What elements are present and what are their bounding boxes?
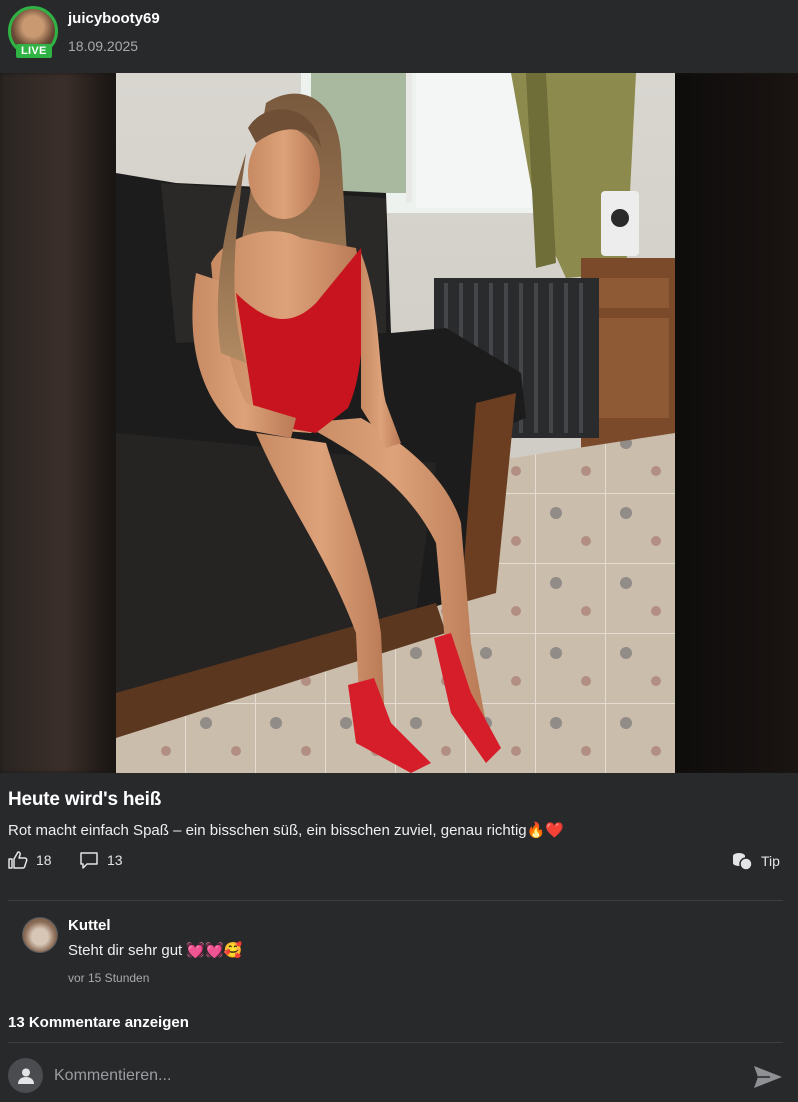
like-count: 18 (36, 852, 52, 868)
post-header: LIVE juicybooty69 18.09.2025 (0, 0, 798, 73)
author-name[interactable]: juicybooty69 (68, 10, 160, 27)
post-date: 18.09.2025 (68, 38, 139, 54)
speech-bubble-icon (80, 852, 98, 869)
commenter-name[interactable]: Kuttel (68, 917, 111, 934)
user-icon (17, 1068, 34, 1084)
comment-input[interactable] (54, 1062, 734, 1090)
thumbs-up-icon (8, 851, 28, 869)
tip-button[interactable]: Tip (731, 851, 780, 871)
coins-icon (733, 853, 753, 871)
comment-time: vor 15 Stunden (68, 971, 150, 985)
show-comments-link[interactable]: 13 Kommentare anzeigen (8, 1014, 189, 1031)
comment-item: Kuttel Steht dir sehr gut 💓💓🥰 vor 15 Stu… (22, 915, 762, 995)
author-avatar[interactable]: LIVE (8, 6, 58, 58)
photo-illustration (116, 73, 675, 773)
live-badge: LIVE (16, 44, 52, 58)
like-button[interactable]: 18 (8, 851, 52, 869)
post-actions: 18 13 Tip (0, 851, 798, 875)
comment-button[interactable]: 13 (79, 851, 123, 869)
tip-label: Tip (761, 853, 780, 869)
divider (8, 1042, 783, 1043)
post-caption: Rot macht einfach Spaß – ein bisschen sü… (8, 822, 564, 839)
comment-count: 13 (107, 852, 123, 868)
post-photo[interactable] (116, 73, 675, 773)
user-avatar (8, 1058, 43, 1093)
comment-input-row (0, 1056, 798, 1100)
comment-text: Steht dir sehr gut 💓💓🥰 (68, 942, 243, 959)
send-button[interactable] (752, 1064, 784, 1090)
post-title: Heute wird's heiß (8, 789, 162, 810)
commenter-avatar[interactable] (22, 917, 58, 953)
divider (8, 900, 783, 901)
send-icon (754, 1066, 782, 1088)
post-media[interactable] (0, 73, 798, 773)
